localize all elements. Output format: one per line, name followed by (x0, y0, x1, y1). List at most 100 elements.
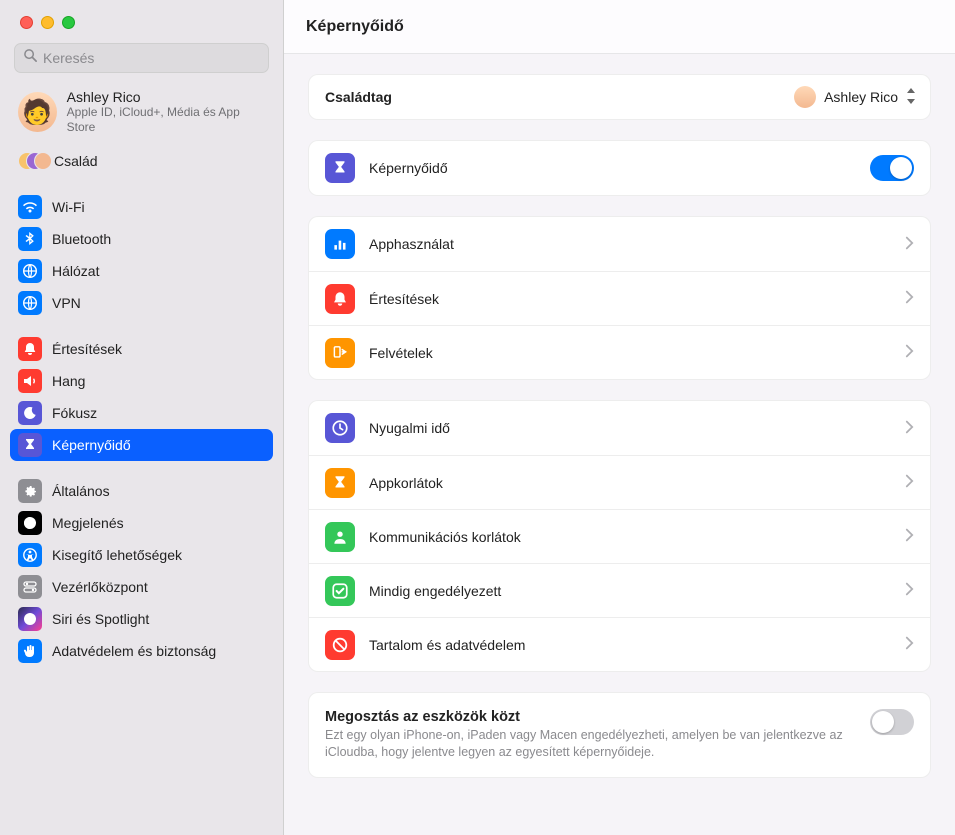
limits-row-0[interactable]: Nyugalmi idő (309, 401, 930, 455)
hourglass-icon (18, 433, 42, 457)
chevron-right-icon (905, 420, 914, 437)
chevron-right-icon (905, 582, 914, 599)
sidebar-item-label: Értesítések (52, 341, 122, 357)
chevron-right-icon (905, 528, 914, 545)
bell-icon (18, 337, 42, 361)
sidebar-item-label: Fókusz (52, 405, 97, 421)
row-label: Értesítések (369, 291, 891, 307)
family-member-picker[interactable]: Ashley Rico (794, 86, 916, 108)
family-avatar-icon (18, 150, 44, 172)
row-label: Nyugalmi idő (369, 420, 891, 436)
hourglass-icon (325, 468, 355, 498)
usage-row-2[interactable]: Felvételek (309, 325, 930, 379)
screentime-toggle[interactable] (870, 155, 914, 181)
row-label: Tartalom és adatvédelem (369, 637, 891, 653)
sidebar-item-értesítések[interactable]: Értesítések (10, 333, 273, 365)
check-icon (325, 576, 355, 606)
chevron-right-icon (905, 474, 914, 491)
page-title: Képernyőidő (284, 0, 955, 54)
account-avatar: 🧑 (18, 92, 57, 132)
sidebar-item-általános[interactable]: Általános (10, 475, 273, 507)
sidebar-item-hang[interactable]: Hang (10, 365, 273, 397)
sidebar-item-vezérlőközpont[interactable]: Vezérlőközpont (10, 571, 273, 603)
clock-icon (325, 413, 355, 443)
sidebar-item-vpn[interactable]: VPN (10, 287, 273, 319)
limits-row-1[interactable]: Appkorlátok (309, 455, 930, 509)
minimize-window-button[interactable] (41, 16, 54, 29)
sidebar-item-label: Vezérlőközpont (52, 579, 148, 595)
usage-row-1[interactable]: Értesítések (309, 271, 930, 325)
family-member-row: Családtag Ashley Rico (309, 75, 930, 119)
share-title: Megosztás az eszközök közt (325, 709, 856, 725)
row-label: Kommunikációs korlátok (369, 529, 891, 545)
limits-row-4[interactable]: Tartalom és adatvédelem (309, 617, 930, 671)
limits-panel: Nyugalmi idő Appkorlátok Kommunikációs kor… (308, 400, 931, 672)
chevron-right-icon (905, 290, 914, 307)
appearance-icon (18, 511, 42, 535)
share-toggle[interactable] (870, 709, 914, 735)
sidebar-item-label: Kisegítő lehetőségek (52, 547, 182, 563)
dropdown-updown-icon (906, 88, 916, 107)
limits-row-2[interactable]: Kommunikációs korlátok (309, 509, 930, 563)
sidebar-item-label: Általános (52, 483, 110, 499)
chevron-right-icon (905, 344, 914, 361)
globe-icon (18, 291, 42, 315)
sidebar-item-bluetooth[interactable]: Bluetooth (10, 223, 273, 255)
window-controls (0, 10, 283, 43)
sidebar-item-wi-fi[interactable]: Wi-Fi (10, 191, 273, 223)
sidebar-item-label: Képernyőidő (52, 437, 131, 453)
usage-row-0[interactable]: Apphasználat (309, 217, 930, 271)
share-panel: Megosztás az eszközök közt Ezt egy olyan… (308, 692, 931, 778)
sidebar-item-label: Siri és Spotlight (52, 611, 149, 627)
sound-icon (18, 369, 42, 393)
screentime-toggle-panel: Képernyőidő (308, 140, 931, 196)
sidebar-item-label: Bluetooth (52, 231, 111, 247)
siri-icon (18, 607, 42, 631)
search-input[interactable] (43, 50, 260, 66)
account-name: Ashley Rico (67, 89, 265, 105)
chevron-right-icon (905, 236, 914, 253)
sidebar-list: 🧑 Ashley Rico Apple ID, iCloud+, Média é… (0, 83, 283, 835)
gear-icon (18, 479, 42, 503)
share-row: Megosztás az eszközök közt Ezt egy olyan… (309, 693, 930, 777)
accessibility-icon (18, 543, 42, 567)
settings-window: 🧑 Ashley Rico Apple ID, iCloud+, Média é… (0, 0, 955, 835)
sidebar-item-képernyőidő[interactable]: Képernyőidő (10, 429, 273, 461)
close-window-button[interactable] (20, 16, 33, 29)
row-label: Apphasználat (369, 236, 891, 252)
sidebar-account[interactable]: 🧑 Ashley Rico Apple ID, iCloud+, Média é… (10, 83, 273, 145)
sidebar-item-label: Hang (52, 373, 85, 389)
usage-panel: Apphasználat Értesítések Felvételek (308, 216, 931, 380)
row-label: Appkorlátok (369, 475, 891, 491)
main-panel: Képernyőidő Családtag Ashley Rico (284, 0, 955, 835)
barchart-icon (325, 229, 355, 259)
sidebar-item-kisegítő-lehetőségek[interactable]: Kisegítő lehetőségek (10, 539, 273, 571)
family-member-selected: Ashley Rico (824, 89, 898, 105)
sidebar-item-siri-és-spotlight[interactable]: Siri és Spotlight (10, 603, 273, 635)
screentime-toggle-label: Képernyőidő (369, 160, 856, 176)
pickup-icon (325, 338, 355, 368)
moon-icon (18, 401, 42, 425)
sidebar-item-fókusz[interactable]: Fókusz (10, 397, 273, 429)
zoom-window-button[interactable] (62, 16, 75, 29)
hourglass-icon (325, 153, 355, 183)
family-member-avatar (794, 86, 816, 108)
sidebar-item-label: Megjelenés (52, 515, 124, 531)
sidebar: 🧑 Ashley Rico Apple ID, iCloud+, Média é… (0, 0, 284, 835)
switches-icon (18, 575, 42, 599)
sidebar-item-label: Adatvédelem és biztonság (52, 643, 216, 659)
sidebar-item-family[interactable]: Család (10, 145, 273, 177)
search-icon (23, 48, 43, 68)
sidebar-item-label: Család (54, 153, 98, 169)
bell-icon (325, 284, 355, 314)
search-field[interactable] (14, 43, 269, 73)
row-label: Felvételek (369, 345, 891, 361)
account-subtitle: Apple ID, iCloud+, Média és App Store (67, 105, 265, 135)
content-scroll[interactable]: Családtag Ashley Rico (284, 54, 955, 835)
wifi-icon (18, 195, 42, 219)
globe-icon (18, 259, 42, 283)
limits-row-3[interactable]: Mindig engedélyezett (309, 563, 930, 617)
sidebar-item-adatvédelem-és-biztonság[interactable]: Adatvédelem és biztonság (10, 635, 273, 667)
sidebar-item-hálózat[interactable]: Hálózat (10, 255, 273, 287)
sidebar-item-megjelenés[interactable]: Megjelenés (10, 507, 273, 539)
